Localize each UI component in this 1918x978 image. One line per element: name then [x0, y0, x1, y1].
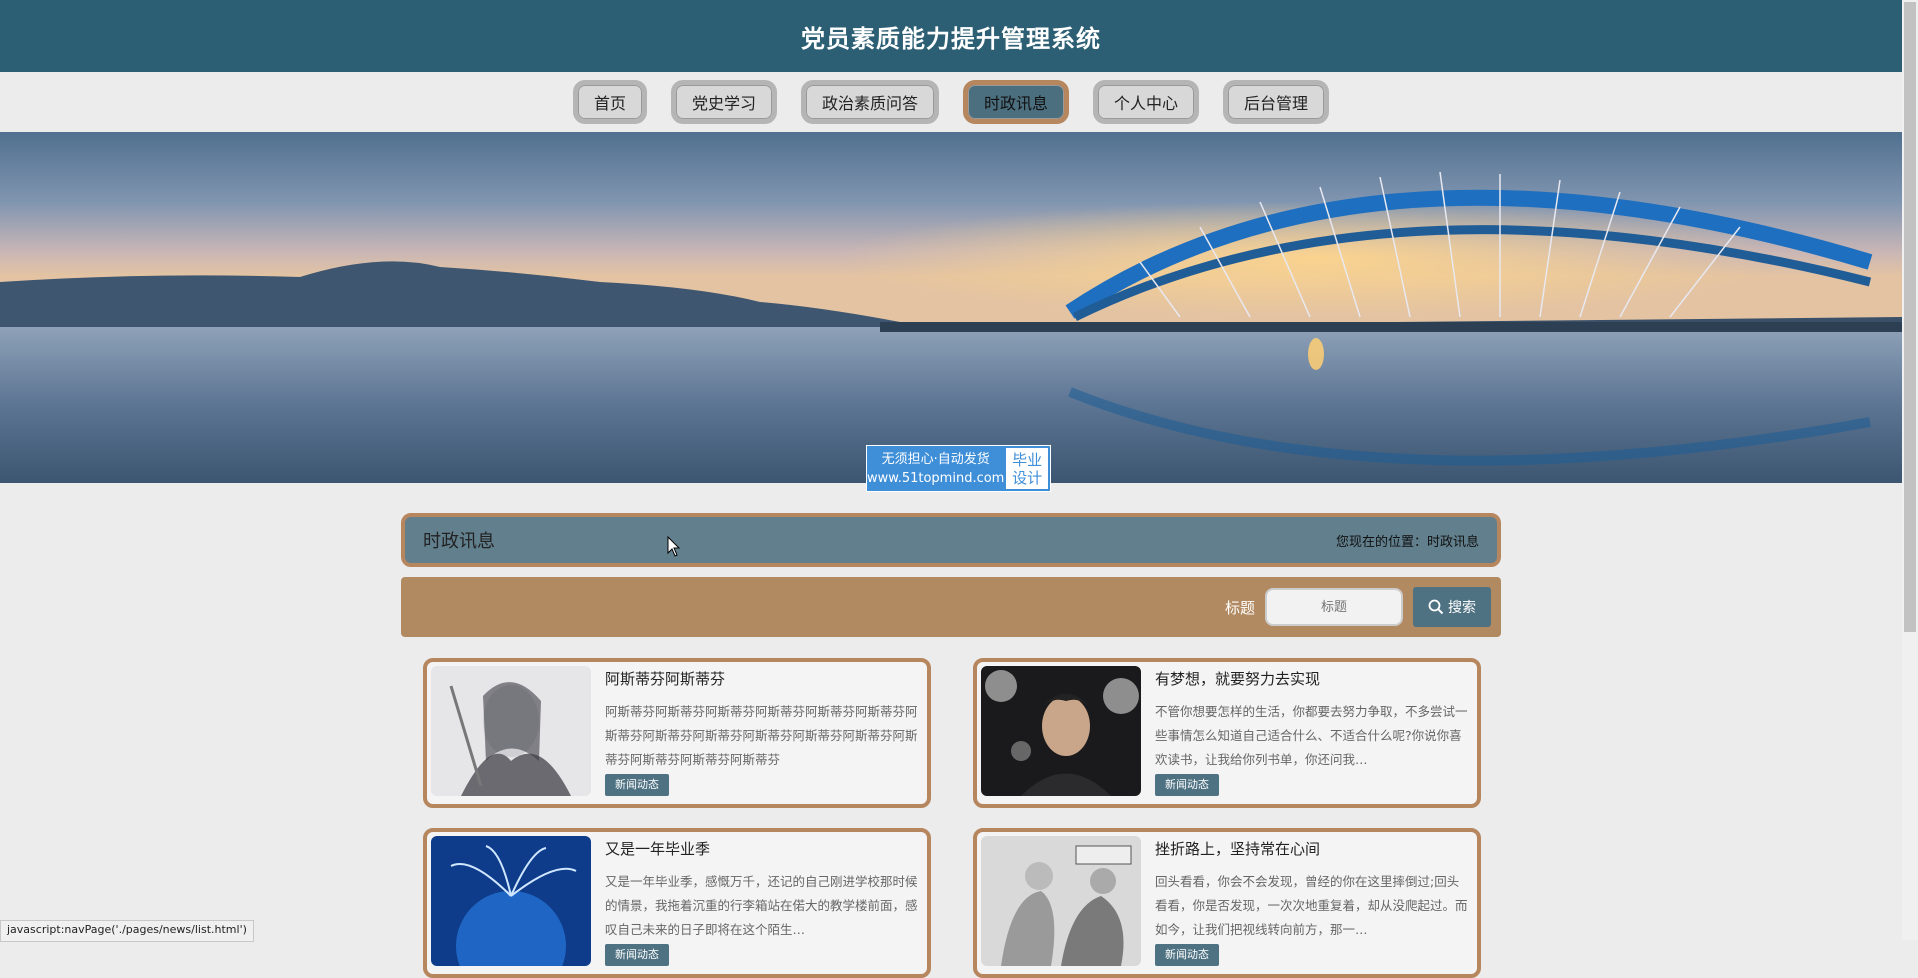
news-thumbnail [431, 666, 591, 796]
news-thumbnail [431, 836, 591, 966]
watermark-badge: 无须担心·自动发货 www.51topmind.com 毕业 设计 [866, 445, 1051, 492]
section-title: 时政讯息 [423, 531, 495, 552]
hero-banner [0, 132, 1902, 483]
news-card[interactable]: 挫折路上，坚持常在心间 回头看看，你会不会发现，曾经的你在这里摔倒过;回头看看，… [973, 828, 1481, 978]
news-card[interactable]: 阿斯蒂芬阿斯蒂芬 阿斯蒂芬阿斯蒂芬阿斯蒂芬阿斯蒂芬阿斯蒂芬阿斯蒂芬阿斯蒂芬阿斯蒂… [423, 658, 931, 808]
search-button-label: 搜索 [1448, 600, 1476, 616]
search-bar: 标题 搜索 [401, 577, 1501, 637]
watermark-line1: 无须担心·自动发货 [881, 451, 990, 467]
watermark-right2: 设计 [1012, 468, 1043, 487]
news-category-tag[interactable]: 新闻动态 [605, 774, 669, 796]
nav-personal-center[interactable]: 个人中心 [1093, 80, 1200, 124]
news-summary: 回头看看，你会不会发现，曾经的你在这里摔倒过;回头看看，你是否发现，一次次地重复… [1155, 874, 1468, 936]
site-title: 党员素质能力提升管理系统 [801, 24, 1101, 53]
mouse-cursor-icon [667, 536, 681, 557]
nav-current-affairs[interactable]: 时政讯息 [963, 80, 1070, 124]
news-card[interactable]: 又是一年毕业季 又是一年毕业季，感慨万千，还记的自己刚进学校那时候的情景，我拖着… [423, 828, 931, 978]
watermark-right1: 毕业 [1012, 450, 1043, 469]
news-category-tag[interactable]: 新闻动态 [605, 944, 669, 966]
browser-status-bar: javascript:navPage('./pages/news/list.ht… [0, 920, 254, 942]
news-title[interactable]: 阿斯蒂芬阿斯蒂芬 [605, 668, 725, 689]
news-card[interactable]: 有梦想，就要努力去实现 不管你想要怎样的生活，你都要去努力争取，不多尝试一些事情… [973, 658, 1481, 808]
news-title[interactable]: 有梦想，就要努力去实现 [1155, 668, 1320, 689]
breadcrumb: 您现在的位置：时政讯息 [1335, 534, 1479, 550]
status-bar-url: javascript:navPage('./pages/news/list.ht… [7, 923, 247, 936]
search-label: 标题 [1224, 598, 1255, 617]
bridge-landscape-image [0, 132, 1902, 483]
news-summary: 又是一年毕业季，感慨万千，还记的自己刚进学校那时候的情景，我拖着沉重的行李箱站在… [605, 874, 918, 936]
section-header: 时政讯息 您现在的位置：时政讯息 [401, 513, 1501, 567]
page-scrollbar[interactable] [1902, 0, 1918, 940]
news-thumbnail [981, 666, 1141, 796]
news-title[interactable]: 又是一年毕业季 [605, 838, 710, 859]
site-header: 党员素质能力提升管理系统 [0, 0, 1902, 72]
nav-party-history[interactable]: 党史学习 [670, 80, 777, 124]
news-thumbnail [981, 836, 1141, 966]
news-summary: 阿斯蒂芬阿斯蒂芬阿斯蒂芬阿斯蒂芬阿斯蒂芬阿斯蒂芬阿斯蒂芬阿斯蒂芬阿斯蒂芬阿斯蒂芬… [605, 704, 918, 766]
scrollbar-thumb[interactable] [1904, 2, 1916, 632]
search-icon [1428, 599, 1444, 615]
search-button[interactable]: 搜索 [1413, 587, 1491, 627]
main-nav: 首页 党史学习 政治素质问答 时政讯息 个人中心 后台管理 [0, 72, 1902, 132]
news-summary: 不管你想要怎样的生活，你都要去努力争取，不多尝试一些事情怎么知道自己适合什么、不… [1155, 704, 1468, 766]
nav-admin[interactable]: 后台管理 [1223, 80, 1330, 124]
news-category-tag[interactable]: 新闻动态 [1155, 944, 1219, 966]
news-title[interactable]: 挫折路上，坚持常在心间 [1155, 838, 1320, 859]
nav-home[interactable]: 首页 [572, 80, 647, 124]
nav-political-qa[interactable]: 政治素质问答 [800, 80, 939, 124]
search-input[interactable] [1265, 588, 1403, 626]
news-category-tag[interactable]: 新闻动态 [1155, 774, 1219, 796]
watermark-line2: www.51topmind.com [867, 470, 1005, 486]
